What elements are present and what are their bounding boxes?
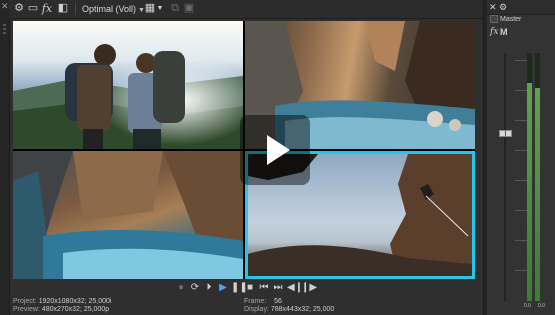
project-label: Project: [13,298,37,305]
loop-button[interactable]: ⟳ [190,282,200,293]
drag-handle[interactable] [3,32,6,34]
preview-status: Preview: 480x270x32; 25,000p [13,306,109,314]
display-label: Display: [244,306,269,313]
volume-fader[interactable] [499,130,512,137]
chevron-down-icon[interactable]: ▼ [156,2,164,15]
fx-icon[interactable]: fx [490,27,498,37]
preview-label: Preview: [13,306,40,313]
drag-handle[interactable] [3,24,6,26]
meter-tick [515,150,527,151]
display-status: Display: 788x443x32; 25,000 [244,306,334,314]
play-icon [267,135,290,165]
preview-toolbar: ⚙ ▭ fx ◧ Optimal (Voll) ▼ ▦ ▼ ⧉ ▣ [9,0,483,19]
pause-button[interactable]: ❚❚ [231,282,248,293]
save-snapshot-icon[interactable]: ▣ [183,2,195,15]
device-icon[interactable]: ▭ [27,2,39,15]
meter-tick [515,270,527,271]
right-level-readout: 0.0 [538,303,545,309]
master-title: Master [500,16,522,23]
split-screen-icon[interactable]: ◧ [57,2,69,15]
close-icon[interactable]: ✕ [489,2,497,12]
project-value: 1920x1080x32; 25,000i [38,298,112,305]
mute-button[interactable]: M [500,27,508,37]
video-preview-window: ✕ ⚙ ▭ fx ◧ Optimal (Voll) ▼ ▦ ▼ ⧉ ▣ ● ⟳ … [0,0,555,315]
transport-controls: ● ⟳ ⏵ ▶ ❚❚ ■ ⏮ ⏭ ◀❙ ❙▶ [9,281,483,295]
play-button[interactable]: ▶ [218,282,228,293]
record-button[interactable]: ● [176,282,186,293]
close-icon[interactable]: ✕ [1,2,9,11]
meter-left [527,53,532,301]
left-level-readout: 0.0 [524,303,531,309]
slot-canyon-clip [13,151,243,279]
master-track-icon [490,15,498,23]
meter-tick [515,240,527,241]
frame-value: 56 [274,298,282,305]
project-status: Project: 1920x1080x32; 25,000i [13,298,111,306]
meter-tick [515,120,527,121]
display-value: 788x443x32; 25,000 [270,306,335,313]
fx-icon[interactable]: fx [41,2,53,15]
preview-value: 480x270x32; 25,000p [41,306,110,313]
master-header: ✕ ⚙ [487,0,555,15]
go-to-start-button[interactable]: ◀❙ [287,282,303,293]
drag-handle[interactable] [3,28,6,30]
settings-icon[interactable]: ⚙ [13,2,25,15]
copy-snapshot-icon[interactable]: ⧉ [169,2,181,15]
video-preview[interactable] [13,21,475,279]
meter-tick [515,180,527,181]
next-frame-button[interactable]: ⏭ [273,282,283,293]
toolbar-separator [75,3,76,15]
meter-right [535,53,540,301]
preview-quality-select[interactable]: Optimal (Voll) ▼ [82,3,145,17]
master-bus-panel: ✕ ⚙ Master fx M 0.0 0.0 [487,0,555,315]
status-bar: Project: 1920x1080x32; 25,000i Preview: … [9,297,483,315]
meter-tick [515,210,527,211]
prev-frame-button[interactable]: ⏮ [259,282,269,293]
meter-tick [515,60,527,61]
preview-quality-value: Optimal (Voll) [82,4,137,14]
frame-label: Frame: [244,298,267,305]
go-to-end-button[interactable]: ❙▶ [301,282,317,293]
overlays-icon[interactable]: ▦ [144,2,156,15]
fader-track [504,53,506,301]
meter-tick [515,90,527,91]
play-overlay-button[interactable] [240,115,310,185]
frame-status: Frame: 56 [244,298,282,306]
window-strip: ✕ [0,0,10,315]
settings-icon[interactable]: ⚙ [499,2,507,12]
stop-button[interactable]: ■ [245,282,255,293]
play-from-start-button[interactable]: ⏵ [204,282,214,293]
hikers-clip [13,21,243,149]
